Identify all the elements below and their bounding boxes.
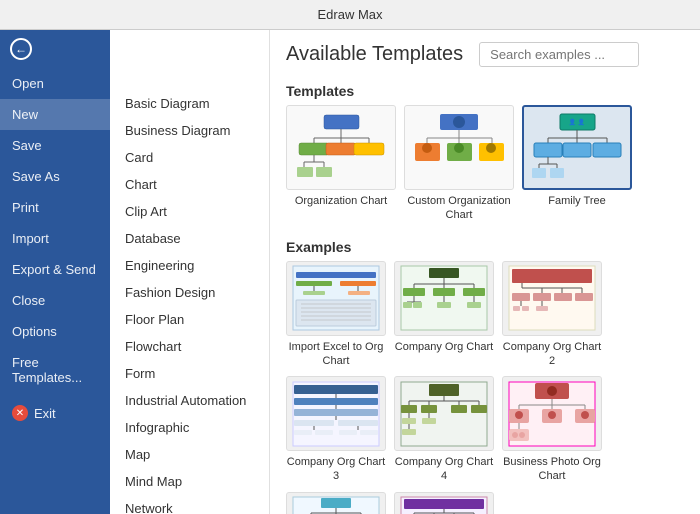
example-company-org-chart-4[interactable]: Company Org Chart 4	[394, 376, 494, 484]
content-header: Available Templates	[270, 30, 700, 75]
template-org-chart[interactable]: Organization Chart	[286, 105, 396, 223]
back-button[interactable]: ←	[0, 30, 110, 68]
sidebar-item-open[interactable]: Open	[0, 68, 110, 99]
template-label-org-chart: Organization Chart	[286, 194, 396, 208]
content-panel: Available Templates Templates	[270, 30, 700, 514]
template-label-family-tree: Family Tree	[522, 194, 632, 208]
category-card[interactable]: Card	[110, 144, 269, 171]
category-industrial-automation[interactable]: Industrial Automation	[110, 387, 269, 414]
category-database[interactable]: Database	[110, 225, 269, 252]
example-label-company-org-3: Company Org Chart 3	[286, 455, 386, 484]
example-label-import-excel: Import Excel to Org Chart	[286, 340, 386, 369]
category-engineering[interactable]: Engineering	[110, 252, 269, 279]
category-form[interactable]: Form	[110, 360, 269, 387]
sidebar-item-export[interactable]: Export & Send	[0, 254, 110, 285]
sidebar-item-exit[interactable]: ✕ Exit	[0, 397, 110, 429]
example-label-company-org: Company Org Chart	[394, 340, 494, 354]
app-title: Edraw Max	[317, 7, 382, 22]
example-thumb-import-excel	[286, 261, 386, 336]
example-thumb-service-enterprise	[394, 492, 494, 514]
category-panel: Basic Diagram Business Diagram Card Char…	[110, 30, 270, 514]
svg-text:👤 👤: 👤 👤	[568, 118, 585, 126]
example-hierarchical-org[interactable]: Hierarchical Org Chart	[286, 492, 386, 514]
example-label-company-org-2: Company Org Chart 2	[502, 340, 602, 369]
sidebar-item-close[interactable]: Close	[0, 285, 110, 316]
example-thumb-company-org-3	[286, 376, 386, 451]
example-thumb-company-org-2	[502, 261, 602, 336]
sidebar-item-new[interactable]: New	[0, 99, 110, 130]
example-business-photo-org[interactable]: Business Photo Org Chart	[502, 376, 602, 484]
category-fashion-design[interactable]: Fashion Design	[110, 279, 269, 306]
example-label-business-photo: Business Photo Org Chart	[502, 455, 602, 484]
category-mind-map[interactable]: Mind Map	[110, 468, 269, 495]
sidebar-item-save-as[interactable]: Save As	[0, 161, 110, 192]
template-thumb-org-chart	[286, 105, 396, 190]
sidebar: ← Open New Save Save As Print Import Exp…	[0, 30, 110, 514]
template-label-custom-org-chart: Custom Organization Chart	[404, 194, 514, 223]
category-chart[interactable]: Chart	[110, 171, 269, 198]
exit-icon: ✕	[12, 405, 28, 421]
category-clip-art[interactable]: Clip Art	[110, 198, 269, 225]
category-flowchart[interactable]: Flowchart	[110, 333, 269, 360]
example-service-enterprise[interactable]: Service Enterprise Org Chart	[394, 492, 494, 514]
sidebar-item-free-templates[interactable]: Free Templates...	[0, 347, 110, 393]
category-basic-diagram[interactable]: Basic Diagram	[110, 90, 269, 117]
category-floor-plan[interactable]: Floor Plan	[110, 306, 269, 333]
category-map[interactable]: Map	[110, 441, 269, 468]
template-thumb-family-tree: 👤 👤	[522, 105, 632, 190]
category-infographic[interactable]: Infographic	[110, 414, 269, 441]
sidebar-item-import[interactable]: Import	[0, 223, 110, 254]
example-company-org-chart-3[interactable]: Company Org Chart 3	[286, 376, 386, 484]
example-thumb-company-org	[394, 261, 494, 336]
examples-grid: Import Excel to Org Chart	[270, 261, 700, 514]
template-family-tree[interactable]: 👤 👤	[522, 105, 632, 223]
template-thumb-custom-org-chart	[404, 105, 514, 190]
sidebar-item-print[interactable]: Print	[0, 192, 110, 223]
templates-grid: Organization Chart	[270, 105, 700, 231]
example-thumb-company-org-4	[394, 376, 494, 451]
example-company-org-chart-2[interactable]: Company Org Chart 2	[502, 261, 602, 369]
exit-label: Exit	[34, 406, 56, 421]
search-input[interactable]	[479, 42, 639, 67]
category-business-diagram[interactable]: Business Diagram	[110, 117, 269, 144]
example-label-company-org-4: Company Org Chart 4	[394, 455, 494, 484]
example-thumb-hierarchical	[286, 492, 386, 514]
templates-section-title: Templates	[270, 75, 700, 105]
example-import-excel-org[interactable]: Import Excel to Org Chart	[286, 261, 386, 369]
category-network[interactable]: Network	[110, 495, 269, 514]
sidebar-item-options[interactable]: Options	[0, 316, 110, 347]
page-title: Available Templates	[286, 43, 463, 66]
back-icon: ←	[10, 38, 32, 60]
examples-section-title: Examples	[270, 231, 700, 261]
sidebar-item-save[interactable]: Save	[0, 130, 110, 161]
template-custom-org-chart[interactable]: Custom Organization Chart	[404, 105, 514, 223]
example-company-org-chart[interactable]: Company Org Chart	[394, 261, 494, 369]
example-thumb-business-photo	[502, 376, 602, 451]
